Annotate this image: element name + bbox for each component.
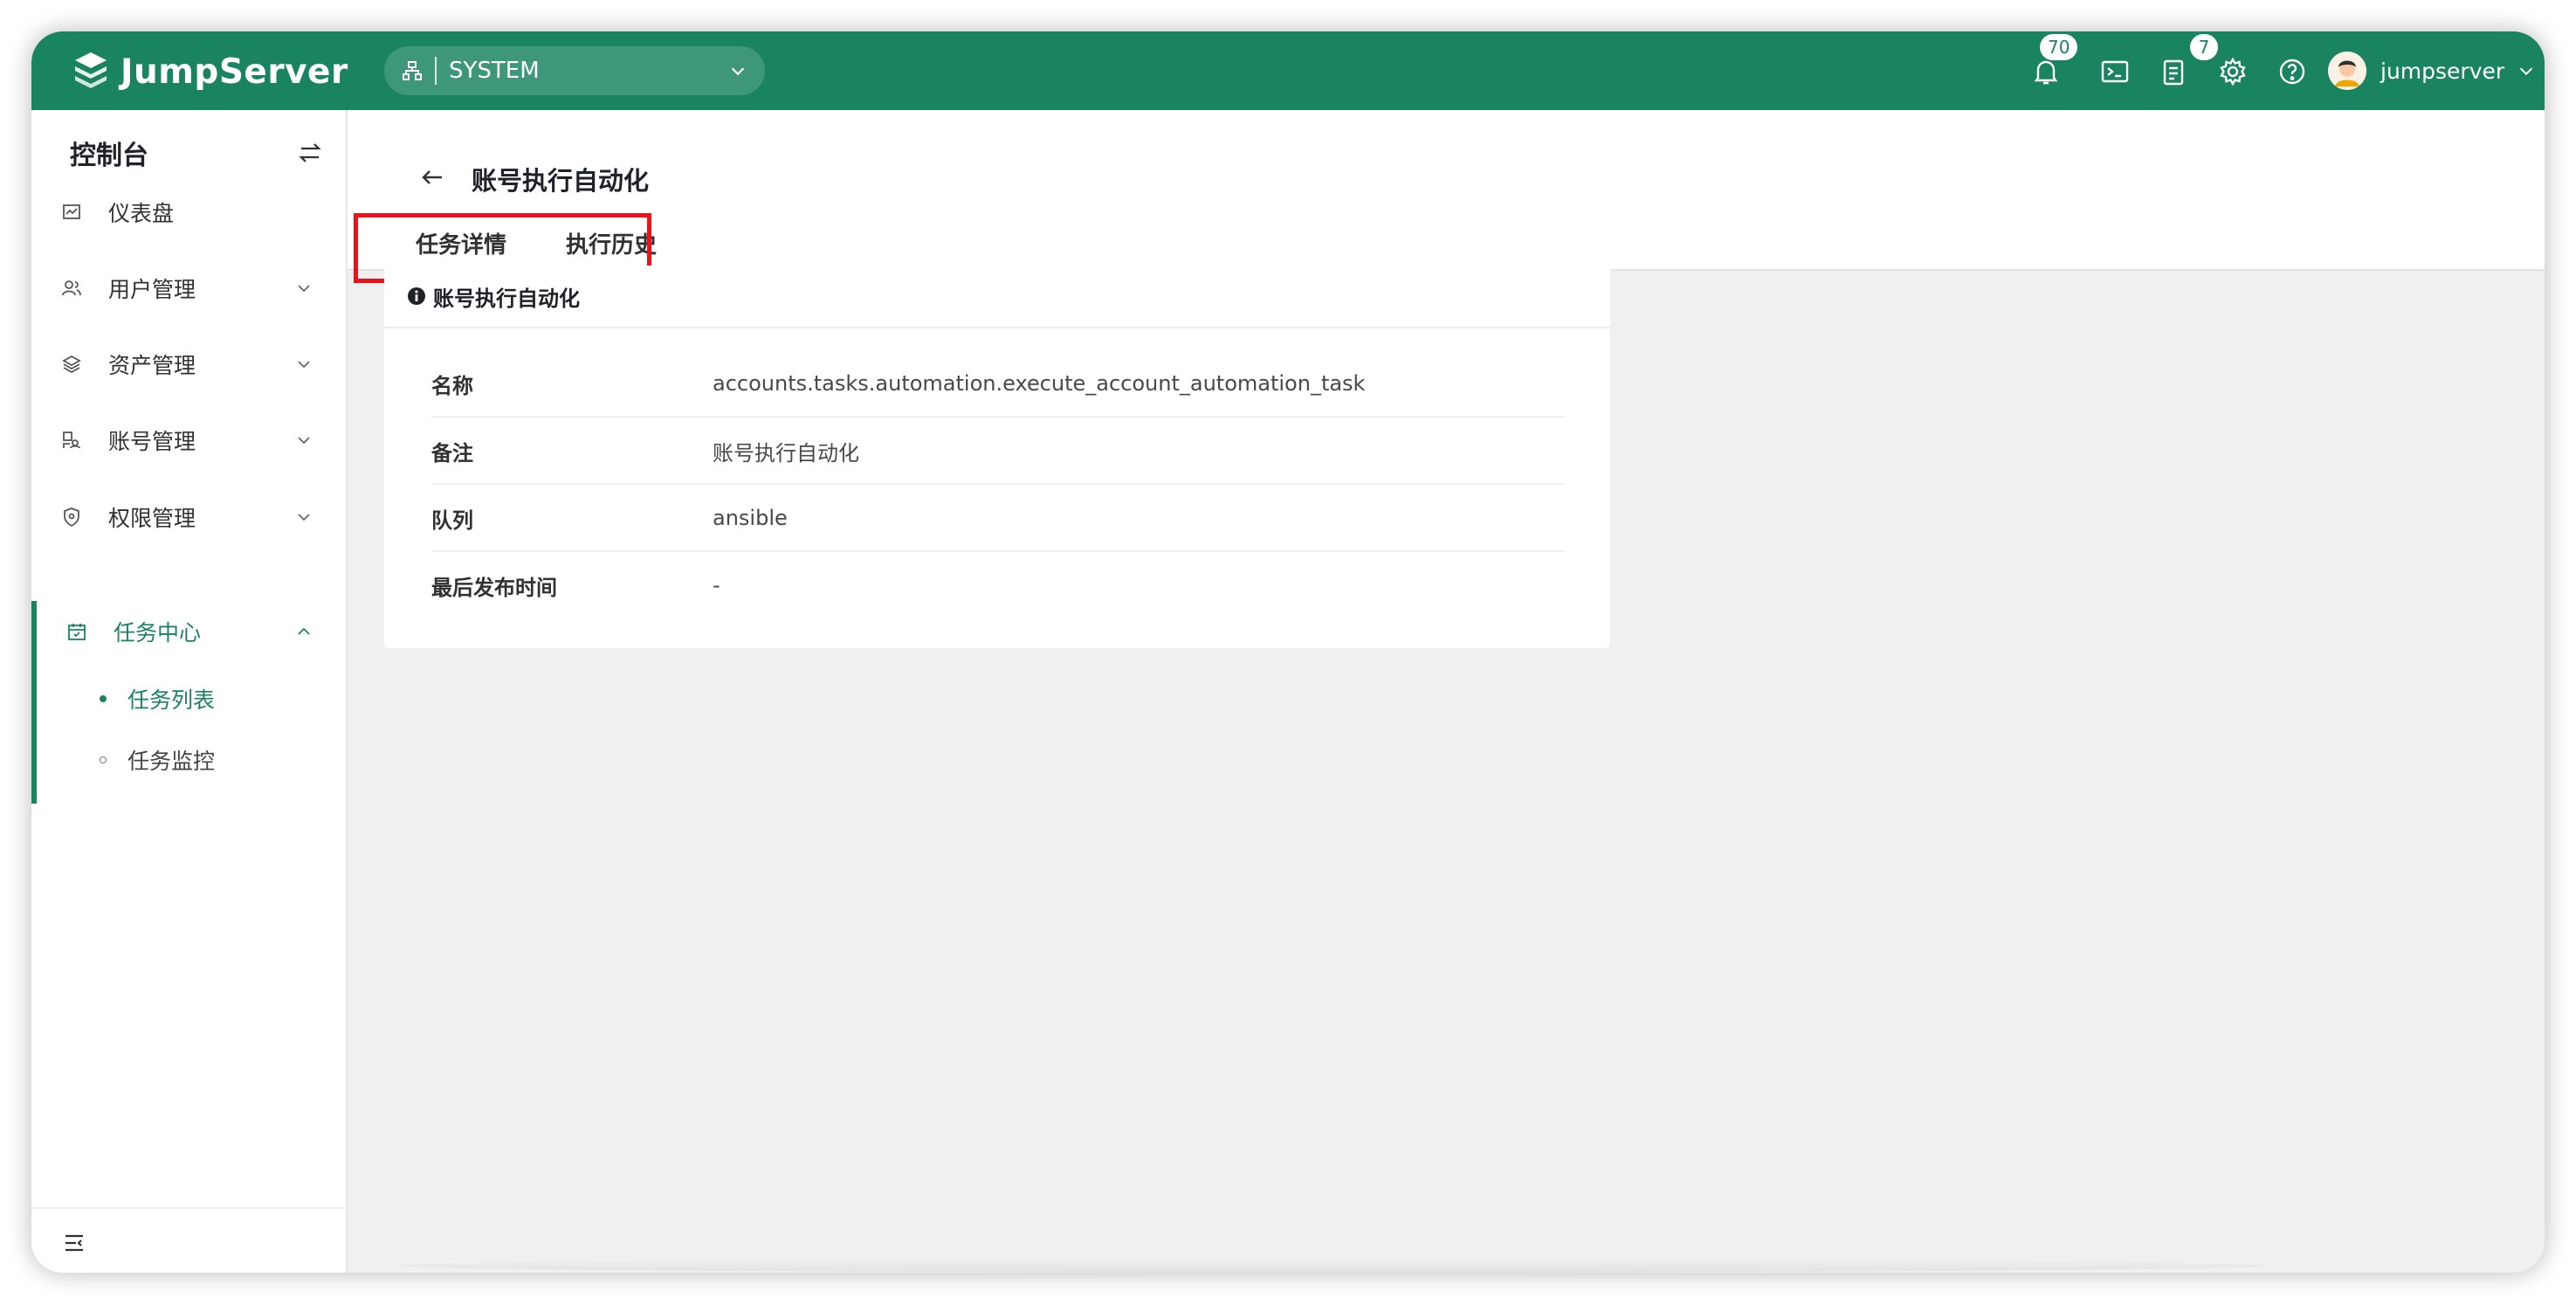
- sidebar-item-permissions[interactable]: 权限管理: [31, 487, 346, 548]
- sidebar-item-accounts[interactable]: 账号管理: [31, 410, 346, 471]
- sidebar-subitem-label: 任务监控: [127, 749, 216, 774]
- sidebar-subitem-task-monitor[interactable]: 任务监控: [100, 738, 215, 782]
- web-terminal-button[interactable]: [2100, 57, 2130, 86]
- help-button[interactable]: [2277, 57, 2307, 86]
- app-window: JumpServer SYSTEM 70 7 jumpserver 控制台 仪表…: [31, 31, 2545, 1273]
- sidebar-item-users[interactable]: 用户管理: [31, 258, 346, 319]
- detail-key: 队列: [431, 508, 473, 533]
- tickets-badge: 7: [2190, 34, 2218, 60]
- users-icon: [61, 278, 82, 299]
- settings-button[interactable]: [2218, 57, 2248, 86]
- organization-select[interactable]: SYSTEM: [384, 46, 765, 95]
- organization-label: SYSTEM: [449, 58, 540, 84]
- card-header: 账号执行自动化: [384, 266, 1610, 328]
- brand-logo[interactable]: JumpServer: [70, 49, 348, 94]
- sidebar-item-label: 账号管理: [108, 429, 196, 454]
- sidebar-item-dashboard[interactable]: 仪表盘: [31, 182, 346, 243]
- terminal-icon: [2101, 60, 2129, 83]
- sidebar-subitem-label: 任务列表: [127, 687, 216, 713]
- gear-icon: [2220, 57, 2246, 86]
- sidebar-group-task-center: 任务中心 任务列表 任务监控: [31, 601, 346, 804]
- bottom-shadow: [398, 1259, 2267, 1273]
- detail-value: accounts.tasks.automation.execute_accoun…: [713, 371, 1366, 396]
- tickets-button[interactable]: [2159, 57, 2188, 86]
- user-menu[interactable]: jumpserver: [2328, 52, 2536, 90]
- collapse-sidebar-icon[interactable]: [63, 1232, 86, 1254]
- bell-icon: [2034, 60, 2058, 85]
- task-detail-card: 账号执行自动化 名称 accounts.tasks.automation.exe…: [384, 266, 1610, 648]
- detail-key: 备注: [431, 440, 473, 466]
- jumpserver-logo-icon: [70, 49, 112, 94]
- clipboard-icon: [2163, 59, 2184, 86]
- detail-value: -: [713, 573, 720, 597]
- back-arrow-icon[interactable]: [419, 164, 445, 190]
- info-icon: [407, 287, 426, 306]
- sidebar-title: 控制台: [70, 141, 148, 171]
- dashboard-icon: [61, 202, 82, 223]
- sidebar-item-label: 用户管理: [108, 277, 196, 302]
- detail-value: ansible: [713, 506, 788, 530]
- inactive-dot: [100, 756, 107, 763]
- sidebar-footer: [31, 1207, 346, 1273]
- help-icon: [2279, 59, 2305, 85]
- active-dot: [100, 695, 107, 702]
- detail-row-last-published: 最后发布时间 -: [431, 552, 1565, 618]
- detail-key: 名称: [431, 373, 473, 398]
- notifications-badge: 70: [2040, 34, 2078, 60]
- sidebar-item-assets[interactable]: 资产管理: [31, 334, 346, 395]
- accounts-icon: [61, 430, 82, 451]
- chevron-down-icon: [295, 280, 313, 297]
- chevron-up-icon: [295, 623, 313, 640]
- organization-icon: [402, 60, 423, 81]
- page-title: 账号执行自动化: [472, 166, 650, 196]
- switch-view-icon[interactable]: [297, 140, 323, 166]
- detail-row-name: 名称 accounts.tasks.automation.execute_acc…: [431, 351, 1565, 418]
- org-separator: [435, 57, 437, 85]
- sidebar: 控制台 仪表盘 用户管理 资产管理 账号管理 权限管理 任务中心 任务列表 任务…: [31, 110, 348, 1273]
- chevron-down-icon: [295, 432, 313, 449]
- detail-value: 账号执行自动化: [713, 440, 859, 466]
- calendar-icon: [66, 621, 87, 642]
- chevron-down-icon: [295, 508, 313, 526]
- detail-row-queue: 队列 ansible: [431, 486, 1565, 552]
- detail-row-comment: 备注 账号执行自动化: [431, 418, 1565, 485]
- top-bar: JumpServer SYSTEM 70 7 jumpserver: [31, 31, 2545, 110]
- detail-key: 最后发布时间: [431, 575, 557, 600]
- sidebar-item-label: 资产管理: [108, 353, 196, 378]
- sidebar-item-task-center[interactable]: 任务中心: [31, 601, 346, 662]
- notifications-button[interactable]: [2031, 57, 2061, 86]
- sidebar-header: 控制台: [70, 133, 323, 173]
- username: jumpserver: [2380, 58, 2505, 84]
- sidebar-item-label: 权限管理: [108, 506, 196, 531]
- chevron-down-icon: [728, 61, 747, 80]
- brand-name: JumpServer: [121, 52, 348, 92]
- chevron-down-icon: [2517, 61, 2536, 80]
- sidebar-subitem-task-list[interactable]: 任务列表: [100, 677, 215, 721]
- sidebar-item-label: 仪表盘: [108, 201, 175, 226]
- sidebar-item-label: 任务中心: [114, 620, 202, 646]
- avatar: [2328, 52, 2366, 90]
- permissions-icon: [61, 507, 82, 528]
- page-header: 账号执行自动化 任务详情 执行历史: [348, 110, 2545, 283]
- card-title: 账号执行自动化: [433, 286, 580, 311]
- assets-icon: [61, 354, 82, 375]
- chevron-down-icon: [295, 356, 313, 373]
